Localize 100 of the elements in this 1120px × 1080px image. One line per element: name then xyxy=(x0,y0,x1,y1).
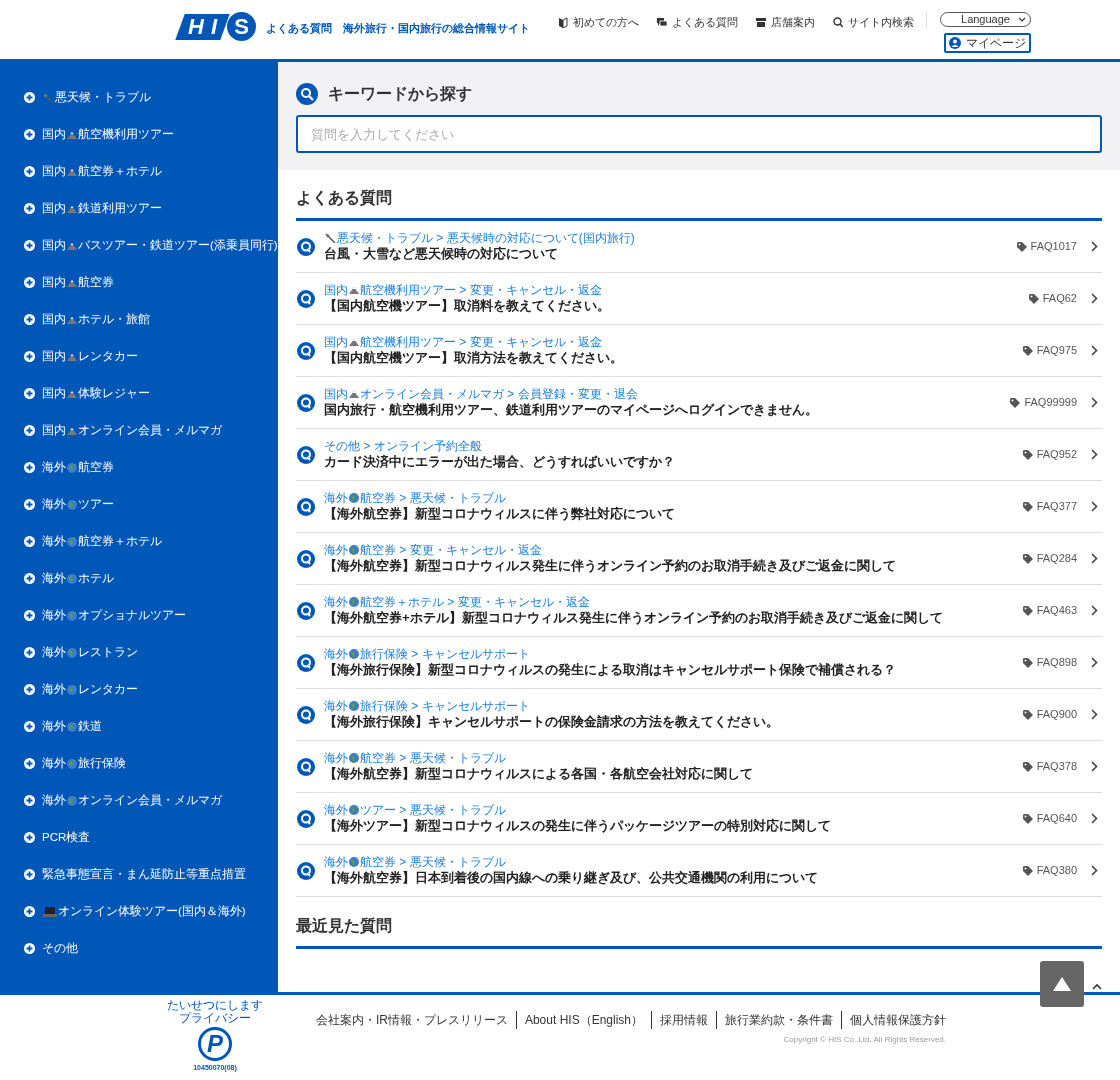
footer-link[interactable]: 会社案内・IR情報・プレスリリース xyxy=(307,1011,516,1029)
category-link[interactable]: 海外 旅行保険 xyxy=(42,754,126,773)
category-link[interactable]: その他 xyxy=(42,939,78,958)
faq-row[interactable]: 海外 航空券 > 変更・キャンセル・返金 【海外航空券】新型コロナウィルス発生に伴うオンライン予約のお取消手続き及びご返金に関して FAQ284 xyxy=(296,533,1102,585)
category-link[interactable]: 海外 レストラン xyxy=(42,643,138,662)
category-link[interactable]: PCR検査 xyxy=(42,828,91,847)
scroll-to-top-button[interactable] xyxy=(1040,961,1084,1007)
breadcrumb-link[interactable]: 国内 オンライン会員・メルマガ > 会員登録・変更・退会 xyxy=(324,387,1011,401)
nav-link[interactable]: サイト内検索 xyxy=(833,14,914,31)
category-link[interactable]: 国内 体験レジャー xyxy=(42,384,150,403)
faq-row[interactable]: 国内 オンライン会員・メルマガ > 会員登録・変更・退会 国内旅行・航空機利用ツアー、鉄道利用ツアーのマイページへログインできません。 FAQ99999 xyxy=(296,377,1102,429)
breadcrumb-link[interactable]: 国内 航空機利用ツアー > 変更・キャンセル・返金 xyxy=(324,335,1023,349)
mountain-icon xyxy=(67,130,77,139)
category-link[interactable]: 海外 オンライン会員・メルマガ xyxy=(42,791,222,810)
triangle-up-icon xyxy=(1053,977,1071,991)
faq-row[interactable]: 海外 旅行保険 > キャンセルサポート 【海外旅行保険】新型コロナウィルスの発生による取消はキャンセルサポート保険で補償される？ FAQ898 xyxy=(296,637,1102,689)
mountain-icon xyxy=(349,338,359,346)
category-link[interactable]: 海外 ツアー xyxy=(42,495,114,514)
tag-icon xyxy=(1022,761,1033,772)
category-link[interactable]: 国内 鉄道利用ツアー xyxy=(42,199,162,218)
plus-icon xyxy=(24,129,35,140)
plus-icon xyxy=(24,425,35,436)
category-link[interactable]: 緊急事態宣言・まん延防止等重点措置 xyxy=(42,865,246,884)
question-badge-icon xyxy=(297,705,315,724)
chevron-right-icon xyxy=(1091,553,1098,564)
faq-row[interactable]: 海外 航空券 > 悪天候・トラブル 【海外航空券】新型コロナウィルスによる各国・各航空会社対応に関して FAQ378 xyxy=(296,741,1102,793)
category-link[interactable]: 悪天候・トラブル xyxy=(42,88,151,107)
footer-link[interactable]: 採用情報 xyxy=(651,1011,716,1029)
footer-link[interactable]: 個人情報保護方針 xyxy=(841,1011,946,1029)
category-link[interactable]: 海外 オプショナルツアー xyxy=(42,606,186,625)
globe-icon xyxy=(349,701,359,711)
faq-row[interactable]: 海外 航空券＋ホテル > 変更・キャンセル・返金 【海外航空券+ホテル】新型コロナウィルス発生に伴うオンライン予約のお取消手続き及びご返金に関して FAQ463 xyxy=(296,585,1102,637)
plus-icon xyxy=(24,166,35,177)
category-link[interactable]: 海外 ホテル xyxy=(42,569,114,588)
footer-link[interactable]: 旅行業約款・条件書 xyxy=(716,1011,841,1029)
plus-icon xyxy=(24,906,35,917)
mypage-button[interactable]: マイページ xyxy=(944,33,1031,53)
breadcrumb-link[interactable]: 海外 航空券 > 悪天候・トラブル xyxy=(324,491,1023,505)
breadcrumb-link[interactable]: 国内 航空機利用ツアー > 変更・キャンセル・返金 xyxy=(324,283,1029,297)
globe-icon xyxy=(349,805,359,815)
shop-icon xyxy=(756,16,766,28)
breadcrumb-link[interactable]: 海外 航空券 > 変更・キャンセル・返金 xyxy=(324,543,1023,557)
category-link[interactable]: 海外 レンタカー xyxy=(42,680,138,699)
category-link[interactable]: 海外 鉄道 xyxy=(42,717,102,736)
breadcrumb-link[interactable]: 海外 旅行保険 > キャンセルサポート xyxy=(324,699,1023,713)
user-icon xyxy=(949,37,961,49)
search-field[interactable]: 質問を入力してください xyxy=(296,115,1102,153)
globe-icon xyxy=(67,758,77,769)
faq-row[interactable]: 国内 航空機利用ツアー > 変更・キャンセル・返金 【国内航空機ツアー】取消料を教えてください。 FAQ62 xyxy=(296,273,1102,325)
category-link[interactable]: 国内 レンタカー xyxy=(42,347,138,366)
category-link[interactable]: 国内 オンライン会員・メルマガ xyxy=(42,421,222,440)
category-link[interactable]: オンライン体験ツアー(国内＆海外) xyxy=(42,902,246,921)
category-link[interactable]: 国内 ホテル・旅館 xyxy=(42,310,150,329)
nav-link[interactable]: 店舗案内 xyxy=(756,14,815,31)
faq-row[interactable]: 海外 航空券 > 悪天候・トラブル 【海外航空券】日本到着後の国内線への乗り継ぎ及び、公共交通機関の利用について FAQ380 xyxy=(296,845,1102,897)
chevron-right-icon xyxy=(1091,345,1098,356)
faq-row[interactable]: 海外 ツアー > 悪天候・トラブル 【海外ツアー】新型コロナウィルスの発生に伴うパッケージツアーの特別対応に関して FAQ640 xyxy=(296,793,1102,845)
breadcrumb-link[interactable]: 海外 旅行保険 > キャンセルサポート xyxy=(324,647,1023,661)
category-link[interactable]: 国内 航空機利用ツアー xyxy=(42,125,174,144)
globe-icon xyxy=(349,545,359,555)
category-link[interactable]: 海外 航空券 xyxy=(42,458,114,477)
footer-link[interactable]: About HIS（English） xyxy=(515,1011,651,1029)
faq-row[interactable]: 悪天候・トラブル > 悪天候時の対応について(国内旅行) 台風・大雪など悪天候時の対応について FAQ1017 xyxy=(296,221,1102,273)
chevron-up-icon[interactable] xyxy=(1092,983,1102,991)
faq-row[interactable]: その他 > オンライン予約全般 カード決済中にエラーが出た場合、どうすればいいですか？ FAQ952 xyxy=(296,429,1102,481)
category-link[interactable]: 国内 航空券＋ホテル xyxy=(42,162,162,181)
category-link[interactable]: 国内 航空券 xyxy=(42,273,114,292)
question-badge-icon xyxy=(297,445,315,464)
breadcrumb-link[interactable]: その他 > オンライン予約全般 xyxy=(324,439,1023,453)
plus-icon xyxy=(24,388,35,399)
chevron-right-icon xyxy=(1091,241,1098,252)
laptop-icon xyxy=(43,906,57,917)
chat-bubbles-icon xyxy=(657,16,667,28)
plus-icon xyxy=(24,610,35,621)
breadcrumb-link[interactable]: 海外 航空券 > 悪天候・トラブル xyxy=(324,751,1023,765)
breadcrumb-link[interactable]: 海外 航空券＋ホテル > 変更・キャンセル・返金 xyxy=(324,595,1023,609)
plus-icon xyxy=(24,943,35,954)
globe-icon xyxy=(349,597,359,607)
breadcrumb-link[interactable]: 海外 航空券 > 悪天候・トラブル xyxy=(324,855,1023,869)
nav-link[interactable]: よくある質問 xyxy=(657,14,738,31)
faq-row[interactable]: 国内 航空機利用ツアー > 変更・キャンセル・返金 【国内航空機ツアー】取消方法を教えてください。 FAQ975 xyxy=(296,325,1102,377)
plus-icon xyxy=(24,573,35,584)
mountain-icon xyxy=(67,167,77,176)
faq-row[interactable]: 海外 航空券 > 悪天候・トラブル 【海外航空券】新型コロナウィルスに伴う弊社対応について FAQ377 xyxy=(296,481,1102,533)
faq-id: FAQ975 xyxy=(1036,343,1077,359)
breadcrumb-link[interactable]: 悪天候・トラブル > 悪天候時の対応について(国内旅行) xyxy=(324,231,1017,245)
question-title: 【海外旅行保険】新型コロナウィルスの発生による取消はキャンセルサポート保険で補償される？ xyxy=(324,661,897,679)
chevron-right-icon xyxy=(1091,761,1098,772)
question-title: 【海外旅行保険】キャンセルサポートの保険金請求の方法を教えてください。 xyxy=(324,713,780,731)
category-link[interactable]: 国内 バスツアー・鉄道ツアー(添乗員同行) xyxy=(42,236,278,255)
umbrella-icon xyxy=(325,233,336,243)
faq-row[interactable]: 海外 旅行保険 > キャンセルサポート 【海外旅行保険】キャンセルサポートの保険金請求の方法を教えてください。 FAQ900 xyxy=(296,689,1102,741)
nav-link[interactable]: 初めての方へ xyxy=(558,14,639,31)
faq-id: FAQ900 xyxy=(1036,707,1077,723)
faq-id: FAQ378 xyxy=(1036,759,1077,775)
section-heading: 最近見た質問 xyxy=(296,914,1102,949)
category-link[interactable]: 海外 航空券＋ホテル xyxy=(42,532,162,551)
faq-id: FAQ640 xyxy=(1036,811,1077,827)
faq-id: FAQ62 xyxy=(1042,291,1077,307)
breadcrumb-link[interactable]: 海外 ツアー > 悪天候・トラブル xyxy=(324,803,1023,817)
